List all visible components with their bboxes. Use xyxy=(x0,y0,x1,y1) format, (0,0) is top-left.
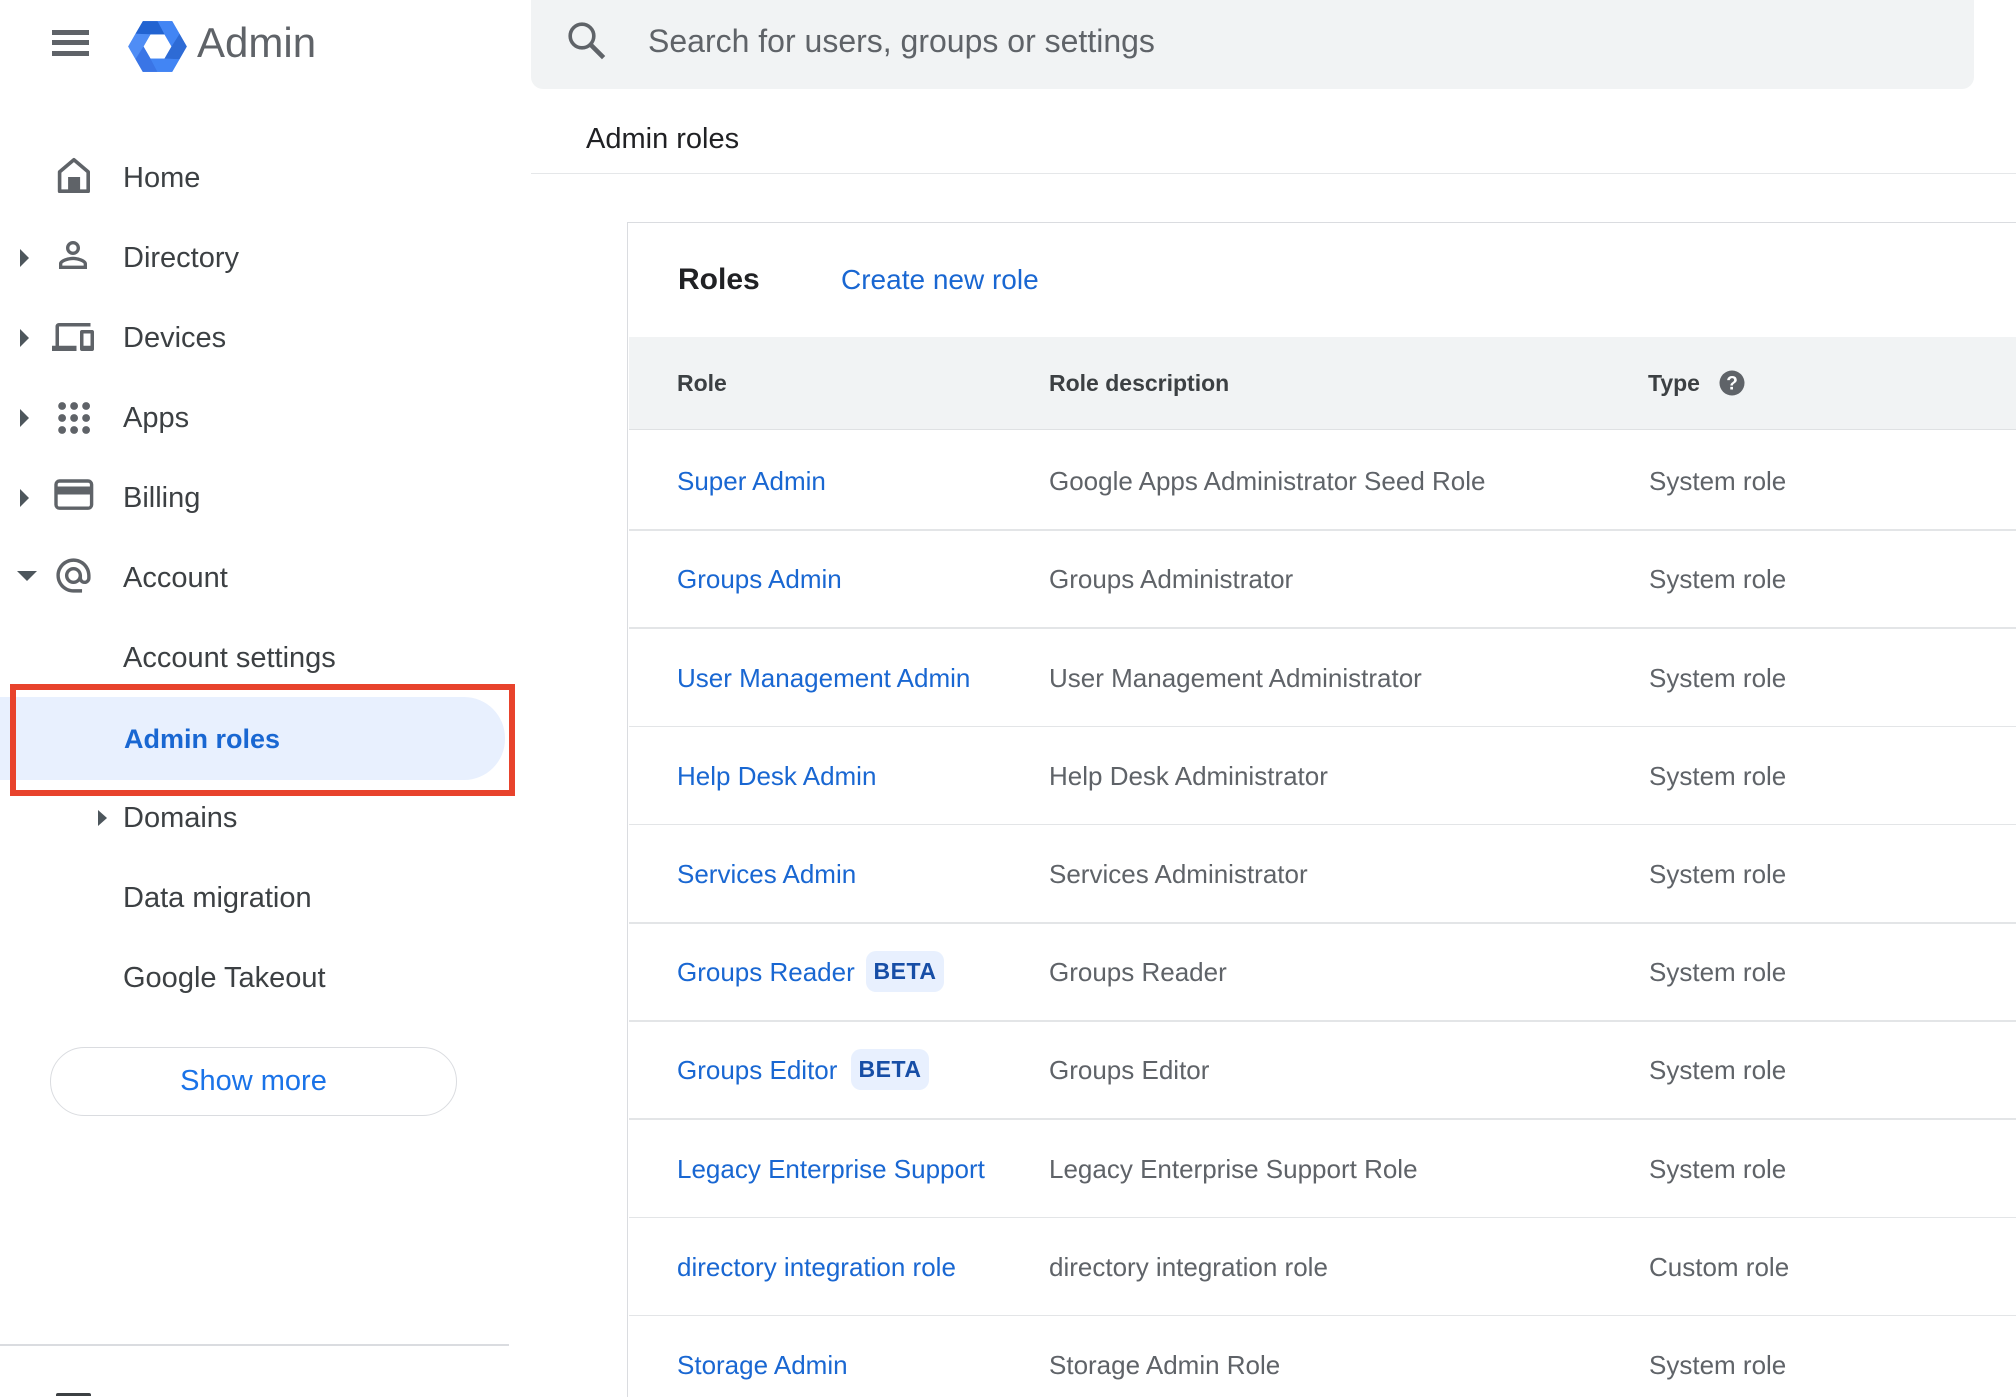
svg-text:?: ? xyxy=(1726,374,1738,395)
